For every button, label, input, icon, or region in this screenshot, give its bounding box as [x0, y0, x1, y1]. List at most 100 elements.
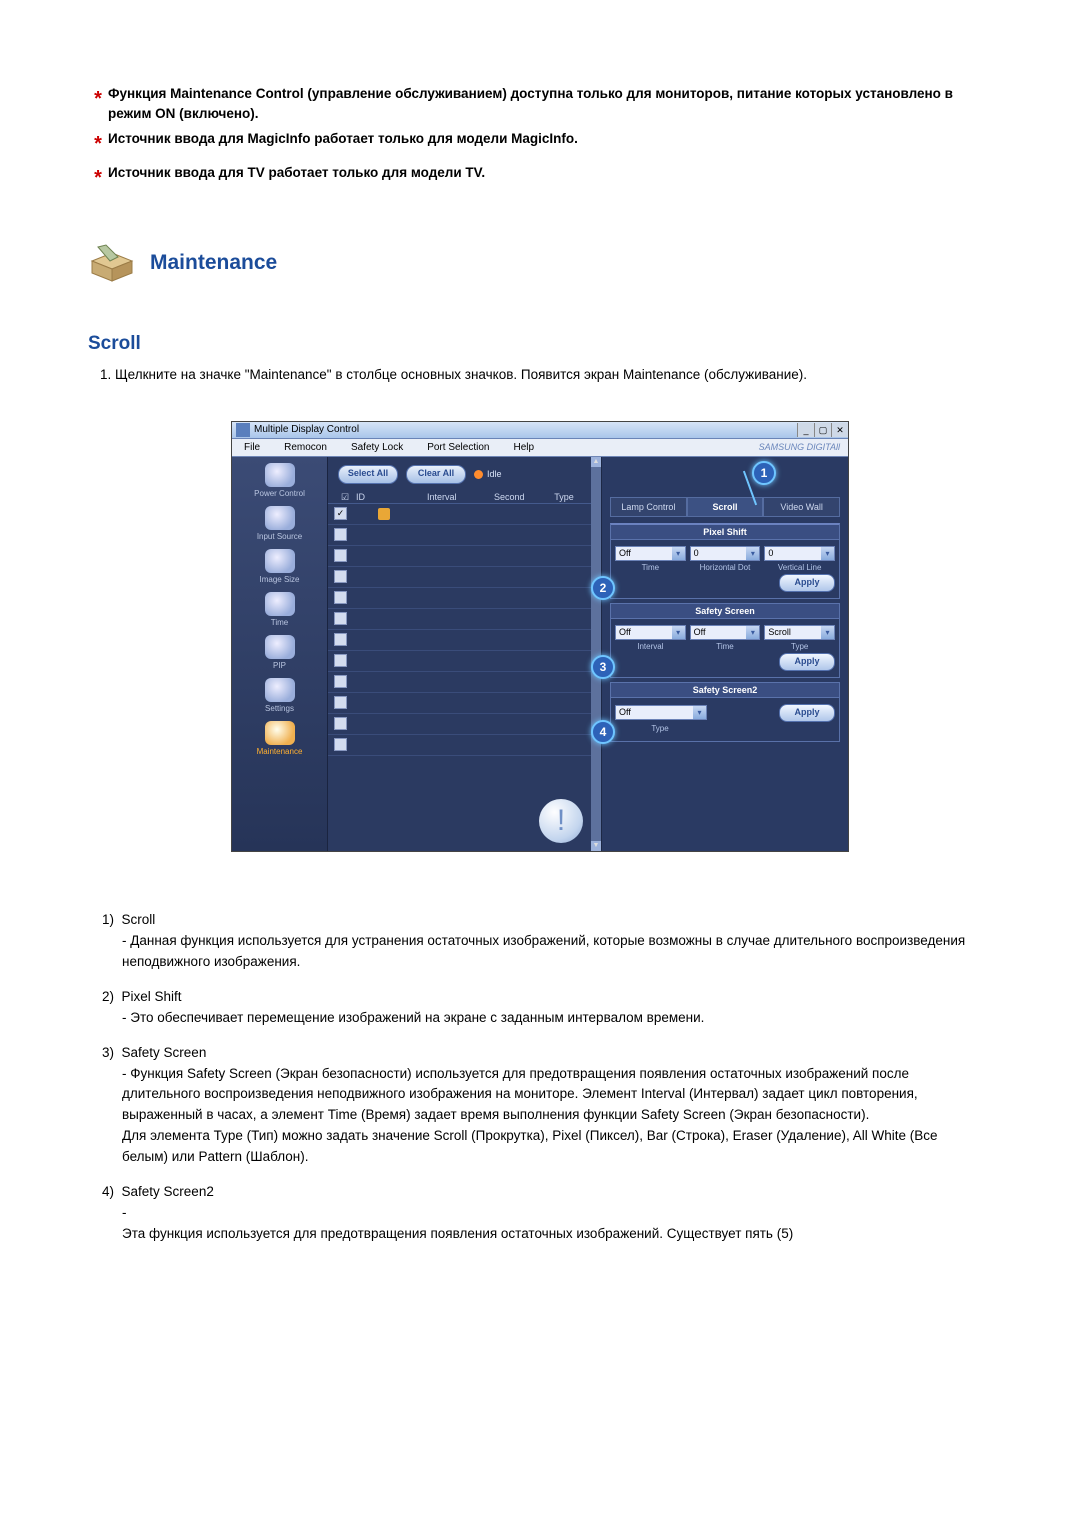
- tab-video-wall[interactable]: Video Wall: [763, 497, 840, 517]
- row-checkbox[interactable]: [334, 570, 347, 583]
- center-pane: Select All Clear All Idle ☑ ID Interval: [328, 457, 591, 851]
- definition-item: 3) Safety Screen - Функция Safety Screen…: [102, 1045, 984, 1169]
- select-all-button[interactable]: Select All: [338, 465, 398, 484]
- safety-type-select[interactable]: Scroll▾: [764, 625, 835, 640]
- maintenance-icon: [88, 243, 136, 283]
- sidebar-item-input[interactable]: Input Source: [257, 506, 302, 541]
- section-title: Maintenance: [150, 251, 277, 275]
- panel-safety-screen: 3 Off▾ Off▾ Scroll▾ Interval Time Type: [610, 619, 840, 678]
- safety-time-select[interactable]: Off▾: [690, 625, 761, 640]
- panel-head-safety-screen2: Safety Screen2: [610, 682, 840, 698]
- table-row[interactable]: [328, 546, 591, 567]
- menu-bar: File Remocon Safety Lock Port Selection …: [232, 439, 848, 457]
- window-title-bar: Multiple Display Control _ ▢ ✕: [232, 422, 848, 439]
- table-row[interactable]: [328, 609, 591, 630]
- scrollbar[interactable]: ▲ ▼: [591, 457, 601, 851]
- menu-port-selection[interactable]: Port Selection: [415, 439, 501, 456]
- chevron-down-icon: ▾: [672, 547, 685, 560]
- sidebar-item-time[interactable]: Time: [265, 592, 295, 627]
- apply-button[interactable]: Apply: [779, 653, 835, 671]
- table-row[interactable]: [328, 651, 591, 672]
- table-row[interactable]: [328, 672, 591, 693]
- row-checkbox[interactable]: [334, 591, 347, 604]
- sidebar-item-maintenance[interactable]: Maintenance: [257, 721, 303, 756]
- pixel-shift-v-select[interactable]: 0▾: [764, 546, 835, 561]
- sidebar-item-power[interactable]: Power Control: [254, 463, 305, 498]
- status-icon: [378, 508, 390, 520]
- panel-head-pixel-shift: Pixel Shift: [610, 523, 840, 540]
- chevron-down-icon: ▾: [821, 547, 834, 560]
- panel-pixel-shift: 2 Off▾ 0▾ 0▾ Time Horizontal Dot Vertica…: [610, 540, 840, 599]
- row-checkbox[interactable]: [334, 696, 347, 709]
- chevron-down-icon: ▾: [746, 547, 759, 560]
- minimize-icon[interactable]: _: [797, 423, 814, 437]
- sidebar-item-image-size[interactable]: Image Size: [259, 549, 299, 584]
- row-checkbox[interactable]: [334, 675, 347, 688]
- subsection-title: Scroll: [88, 333, 992, 355]
- sidebar: Power Control Input Source Image Size Ti…: [232, 457, 328, 851]
- step-1: 1. Щелкните на значке "Maintenance" в ст…: [100, 365, 992, 385]
- row-checkbox[interactable]: [334, 549, 347, 562]
- definition-item: 1) Scroll - Данная функция используется …: [102, 912, 984, 973]
- menu-remocon[interactable]: Remocon: [272, 439, 339, 456]
- right-panel: 1 Lamp Control Scroll Video Wall Pixel S…: [601, 457, 848, 851]
- close-icon[interactable]: ✕: [831, 423, 848, 437]
- pixel-shift-time-select[interactable]: Off▾: [615, 546, 686, 561]
- definition-item: 2) Pixel Shift - Это обеспечивает переме…: [102, 989, 984, 1029]
- sidebar-item-settings[interactable]: Settings: [265, 678, 295, 713]
- row-checkbox[interactable]: [334, 654, 347, 667]
- screenshot-figure: Multiple Display Control _ ▢ ✕ File Remo…: [88, 421, 992, 852]
- maximize-icon[interactable]: ▢: [814, 423, 831, 437]
- row-checkbox[interactable]: [334, 738, 347, 751]
- pixel-shift-h-select[interactable]: 0▾: [690, 546, 761, 561]
- table-row[interactable]: [328, 567, 591, 588]
- apply-button[interactable]: Apply: [779, 574, 835, 592]
- idle-status: Idle: [474, 469, 502, 479]
- window-title: Multiple Display Control: [254, 424, 359, 435]
- info-icon: !: [539, 799, 583, 843]
- row-checkbox[interactable]: [334, 633, 347, 646]
- idle-dot-icon: [474, 470, 483, 479]
- definition-list: 1) Scroll - Данная функция используется …: [96, 912, 984, 1245]
- table-row[interactable]: [328, 630, 591, 651]
- table-row[interactable]: [328, 504, 591, 525]
- row-checkbox[interactable]: [334, 717, 347, 730]
- note-text: Функция Maintenance Control (управление …: [108, 84, 992, 125]
- table-row[interactable]: [328, 525, 591, 546]
- panel-safety-screen2: 4 Off▾ Apply Type: [610, 698, 840, 742]
- tab-lamp-control[interactable]: Lamp Control: [610, 497, 687, 517]
- callout-1: 1: [752, 461, 776, 485]
- star-icon: *: [88, 84, 108, 114]
- chevron-down-icon: ▾: [693, 706, 706, 719]
- table-row[interactable]: [328, 735, 591, 756]
- row-checkbox[interactable]: [334, 507, 347, 520]
- brand-label: SAMSUNG DIGITAll: [751, 439, 848, 456]
- callout-2: 2: [591, 576, 615, 600]
- star-icon: *: [88, 129, 108, 159]
- table-row[interactable]: [328, 714, 591, 735]
- menu-safety-lock[interactable]: Safety Lock: [339, 439, 415, 456]
- grid-header: ☑ ID Interval Second Type: [328, 492, 591, 503]
- note-text: Источник ввода для TV работает только дл…: [108, 163, 992, 183]
- note-text: Источник ввода для MagicInfo работает то…: [108, 129, 992, 149]
- row-checkbox[interactable]: [334, 528, 347, 541]
- tab-scroll[interactable]: Scroll: [687, 497, 764, 517]
- apply-button[interactable]: Apply: [779, 704, 835, 722]
- panel-head-safety-screen: Safety Screen: [610, 603, 840, 619]
- app-icon: [236, 423, 250, 437]
- chevron-down-icon: ▾: [672, 626, 685, 639]
- safety-interval-select[interactable]: Off▾: [615, 625, 686, 640]
- table-row[interactable]: [328, 588, 591, 609]
- row-checkbox[interactable]: [334, 612, 347, 625]
- menu-help[interactable]: Help: [501, 439, 546, 456]
- section-header: Maintenance: [88, 243, 992, 283]
- menu-file[interactable]: File: [232, 439, 272, 456]
- safety2-type-select[interactable]: Off▾: [615, 705, 707, 720]
- sidebar-item-pip[interactable]: PIP: [265, 635, 295, 670]
- chevron-down-icon: ▾: [821, 626, 834, 639]
- clear-all-button[interactable]: Clear All: [406, 465, 466, 484]
- table-row[interactable]: [328, 693, 591, 714]
- star-icon: *: [88, 163, 108, 193]
- callout-3: 3: [591, 655, 615, 679]
- grid-body: [328, 503, 591, 785]
